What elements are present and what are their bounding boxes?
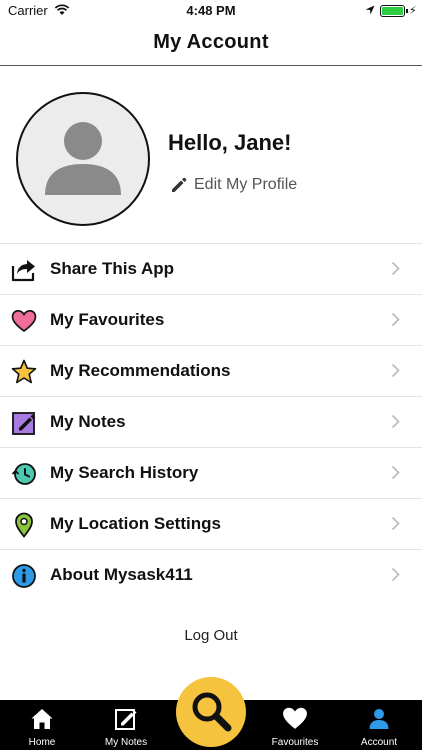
share-icon: [11, 260, 35, 282]
edit-profile-button[interactable]: Edit My Profile: [170, 176, 297, 194]
avatar[interactable]: [16, 92, 150, 226]
tab-account[interactable]: Account: [337, 700, 421, 750]
home-icon: [31, 709, 53, 729]
menu-item-label: My Notes: [50, 412, 126, 431]
greeting-text: Hello, Jane!: [168, 130, 292, 155]
notes-icon: [115, 709, 137, 730]
person-silhouette-icon: [45, 122, 121, 195]
status-bar: Carrier 4:48 PM ⚡: [0, 0, 422, 22]
chevron-right-icon: [391, 516, 400, 531]
search-button[interactable]: [176, 677, 246, 747]
page-title: My Account: [153, 31, 269, 53]
heart-icon: [283, 707, 307, 729]
menu-item-label: Share This App: [50, 259, 175, 278]
tab-label: Favourites: [271, 737, 319, 748]
tab-my-notes[interactable]: My Notes: [84, 700, 168, 750]
menu-item-favourites[interactable]: My Favourites: [0, 294, 422, 345]
search-icon: [192, 692, 232, 732]
account-menu: Share This App My Favourites My Recommen…: [0, 243, 422, 600]
menu-item-notes[interactable]: My Notes: [0, 396, 422, 447]
chevron-right-icon: [391, 363, 400, 378]
location-arrow-icon: [365, 5, 375, 15]
tab-label: Home: [28, 737, 56, 748]
star-icon: [11, 359, 37, 384]
battery-icon: [380, 5, 405, 17]
tab-label: My Notes: [104, 737, 148, 748]
tab-favourites[interactable]: Favourites: [253, 700, 337, 750]
menu-item-about[interactable]: About Mysask411: [0, 549, 422, 600]
menu-item-label: My Location Settings: [50, 514, 221, 533]
chevron-right-icon: [391, 465, 400, 480]
menu-item-label: About Mysask411: [50, 565, 193, 584]
logout-button[interactable]: Log Out: [0, 627, 422, 644]
menu-item-location-settings[interactable]: My Location Settings: [0, 498, 422, 549]
menu-item-label: My Search History: [50, 463, 199, 482]
profile-section: Hello, Jane! Edit My Profile: [0, 66, 422, 244]
clock: 4:48 PM: [186, 3, 236, 18]
charging-bolt-icon: ⚡: [409, 5, 417, 17]
note-edit-icon: [12, 412, 35, 435]
info-icon: [12, 564, 36, 588]
menu-item-label: My Recommendations: [50, 361, 231, 380]
menu-item-share-app[interactable]: Share This App: [0, 243, 422, 294]
tab-label: Account: [360, 737, 398, 748]
edit-profile-label: Edit My Profile: [194, 176, 298, 193]
chevron-right-icon: [391, 261, 400, 276]
chevron-right-icon: [391, 312, 400, 327]
tab-home[interactable]: Home: [0, 700, 84, 750]
location-pin-icon: [15, 512, 33, 538]
account-icon: [369, 709, 389, 729]
chevron-right-icon: [391, 567, 400, 582]
heart-icon: [11, 309, 37, 333]
menu-item-label: My Favourites: [50, 310, 165, 329]
pencil-icon: [172, 177, 187, 192]
menu-item-search-history[interactable]: My Search History: [0, 447, 422, 498]
nav-header: My Account: [0, 22, 422, 66]
history-icon: [11, 463, 36, 485]
chevron-right-icon: [391, 414, 400, 429]
menu-item-recommendations[interactable]: My Recommendations: [0, 345, 422, 396]
